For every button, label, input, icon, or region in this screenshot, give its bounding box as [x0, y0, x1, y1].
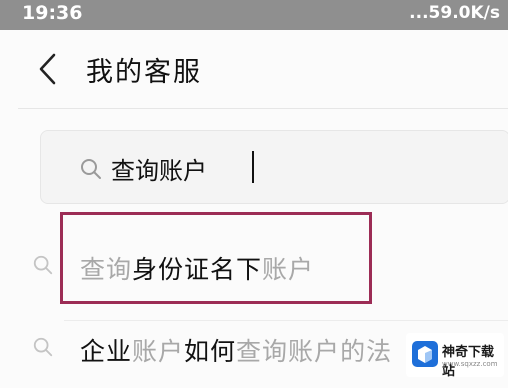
- header-divider: [18, 108, 508, 109]
- back-arrow-icon[interactable]: [36, 52, 60, 86]
- status-bar: 19:36 ...59.0K/s: [0, 0, 508, 30]
- text-cursor: [252, 151, 254, 183]
- search-input[interactable]: [111, 149, 471, 187]
- suggestion-plain-text: 如何: [184, 337, 237, 366]
- search-bar[interactable]: [40, 130, 508, 204]
- network-speed: ...59.0K/s: [409, 3, 500, 23]
- annotation-highlight-box: [60, 212, 372, 304]
- suggestion-plain-text: 企业: [80, 337, 133, 366]
- download-site-logo-icon: [412, 341, 438, 367]
- suggestion-text: 企业账户如何查询账户的法: [80, 332, 392, 368]
- page-title: 我的客服: [86, 57, 202, 88]
- search-icon: [33, 337, 53, 357]
- watermark: 神奇下载站 www.sqxzz.com: [406, 333, 504, 379]
- search-icon: [81, 159, 101, 179]
- suggestion-match-text: 的法: [340, 337, 393, 366]
- header: 我的客服: [0, 30, 508, 108]
- search-icon: [33, 255, 53, 275]
- suggestion-match-text: 账户: [132, 337, 185, 366]
- watermark-url: www.sqxzz.com: [442, 360, 498, 368]
- status-time: 19:36: [22, 2, 83, 24]
- suggestion-match-text: 查询账户: [236, 337, 341, 366]
